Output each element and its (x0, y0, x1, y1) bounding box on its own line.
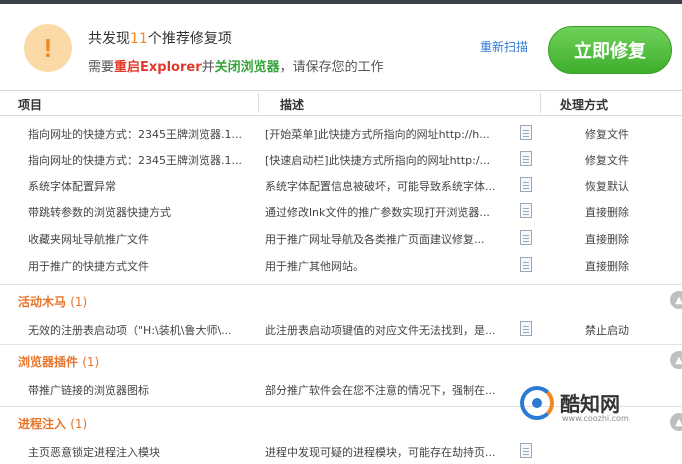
column-header-desc: 描述 (280, 98, 305, 112)
row-item: 无效的注册表启动项（"H:\装机\鲁大师\... (28, 324, 232, 337)
document-icon[interactable] (520, 321, 532, 336)
row-action[interactable]: 禁止启动 (585, 322, 629, 338)
document-icon[interactable] (520, 257, 532, 272)
document-icon[interactable] (520, 125, 532, 140)
collapse-icon[interactable]: ▲ (670, 351, 682, 369)
result-title: 共发现11个推荐修复项 (88, 31, 232, 47)
fix-now-button[interactable]: 立即修复 (548, 26, 672, 74)
rescan-link[interactable]: 重新扫描 (480, 38, 528, 55)
row-desc: [快速启动栏]此快捷方式所指向的网址http:/... (265, 154, 491, 167)
table-row[interactable]: 系统字体配置异常 系统字体配置信息被破坏，可能导致系统字体... 恢复默认 (0, 172, 682, 198)
close-browser-text: 关闭浏览器 (214, 60, 280, 75)
document-icon[interactable] (520, 230, 532, 245)
row-desc: 用于推广网址导航及各类推广页面建议修复... (265, 233, 485, 246)
collapse-icon[interactable]: ▲ (670, 291, 682, 309)
row-desc: 此注册表启动项键值的对应文件无法找到，是... (265, 324, 496, 337)
row-action[interactable]: 直接删除 (585, 231, 629, 247)
category-title: 进程注入 (1) (18, 417, 88, 431)
issue-count: 11 (130, 31, 148, 47)
warning-icon: ! (24, 24, 72, 72)
row-action[interactable]: 直接删除 (585, 204, 629, 220)
row-action[interactable]: 修复文件 (585, 126, 629, 142)
table-row[interactable]: 指向网址的快捷方式：2345王牌浏览器.1... [快速启动栏]此快捷方式所指向… (0, 146, 682, 172)
category-header-trojan[interactable]: 活动木马 (1) ▲ (0, 284, 682, 314)
table-row[interactable]: 收藏夹网址导航推广文件 用于推广网址导航及各类推广页面建议修复... 直接删除 (0, 225, 682, 251)
row-item: 收藏夹网址导航推广文件 (28, 233, 149, 246)
column-divider (540, 93, 541, 113)
watermark-url: www.coozhi.com (562, 414, 629, 423)
category-title: 浏览器插件 (1) (18, 355, 100, 369)
watermark: 酷知网 www.coozhi.com (520, 386, 670, 426)
row-desc: 通过修改lnk文件的推广参数实现打开浏览器... (265, 206, 490, 219)
row-item: 带跳转参数的浏览器快捷方式 (28, 206, 171, 219)
scan-result-header: ! 共发现11个推荐修复项 需要重启Explorer并关闭浏览器，请保存您的工作… (0, 4, 682, 90)
table-row[interactable]: 主页恶意锁定进程注入模块 进程中发现可疑的进程模块，可能存在劫持页... (0, 438, 682, 464)
column-header-item: 项目 (18, 98, 43, 112)
row-desc: 部分推广软件会在您不注意的情况下，强制在... (265, 384, 496, 397)
document-icon[interactable] (520, 177, 532, 192)
row-item: 指向网址的快捷方式：2345王牌浏览器.1... (28, 128, 242, 141)
table-row[interactable]: 无效的注册表启动项（"H:\装机\鲁大师\... 此注册表启动项键值的对应文件无… (0, 316, 682, 342)
table-row[interactable]: 指向网址的快捷方式：2345王牌浏览器.1... [开始菜单]此快捷方式所指向的… (0, 120, 682, 146)
row-action[interactable]: 修复文件 (585, 152, 629, 168)
category-header-browser-plugin[interactable]: 浏览器插件 (1) ▲ (0, 344, 682, 374)
watermark-logo-icon (520, 386, 554, 420)
row-item: 用于推广的快捷方式文件 (28, 260, 149, 273)
column-header-action: 处理方式 (560, 98, 609, 112)
document-icon[interactable] (520, 443, 532, 458)
collapse-icon[interactable]: ▲ (670, 413, 682, 431)
row-item: 系统字体配置异常 (28, 180, 116, 193)
category-title: 活动木马 (1) (18, 295, 88, 309)
row-desc: 用于推广其他网站。 (265, 260, 364, 273)
row-action[interactable]: 直接删除 (585, 258, 629, 274)
row-item: 指向网址的快捷方式：2345王牌浏览器.1... (28, 154, 242, 167)
restart-explorer-text: 重启Explorer (114, 60, 202, 75)
document-icon[interactable] (520, 203, 532, 218)
table-header: 项目 描述 处理方式 (0, 90, 682, 116)
watermark-name: 酷知网 (560, 392, 620, 416)
document-icon[interactable] (520, 151, 532, 166)
table-row[interactable]: 带跳转参数的浏览器快捷方式 通过修改lnk文件的推广参数实现打开浏览器... 直… (0, 198, 682, 224)
row-item: 带推广链接的浏览器图标 (28, 384, 149, 397)
row-desc: [开始菜单]此快捷方式所指向的网址http://h... (265, 128, 490, 141)
table-row[interactable]: 用于推广的快捷方式文件 用于推广其他网站。 直接删除 (0, 252, 682, 278)
row-desc: 系统字体配置信息被破坏，可能导致系统字体... (265, 180, 496, 193)
row-action[interactable]: 恢复默认 (585, 178, 629, 194)
column-divider (258, 93, 259, 113)
result-subtitle: 需要重启Explorer并关闭浏览器，请保存您的工作 (88, 60, 384, 75)
